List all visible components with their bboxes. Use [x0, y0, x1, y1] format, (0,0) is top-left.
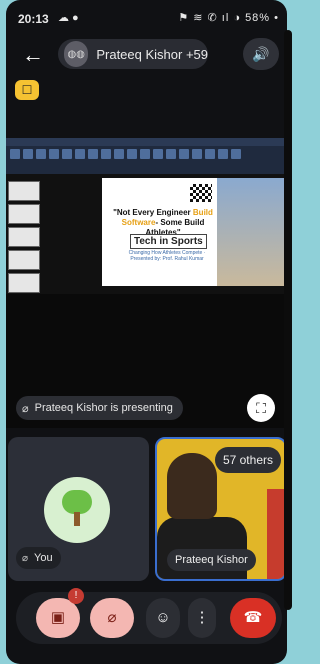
camera-alert-icon: ! — [68, 588, 84, 604]
checkered-flag-icon — [190, 184, 212, 202]
shared-app-ribbon — [6, 138, 287, 174]
notification-icons: ☁ ● — [58, 12, 79, 24]
device-edge — [284, 30, 292, 610]
current-slide: "Not Every Engineer Build Software- Some… — [102, 178, 287, 286]
back-arrow-icon[interactable]: ← — [18, 40, 48, 70]
meeting-title: Prateeq Kishor +59 — [96, 46, 208, 62]
participant-name: Prateeq Kishor — [167, 549, 256, 571]
mic-off-icon: ⌀ — [107, 609, 117, 626]
phone-frame: 20:13 ☁ ● ⚑ ≋ ✆ ıl ◑ 58% • ← ◍◍ Prateeq … — [6, 0, 287, 664]
raised-hand-icon[interactable]: ☐ — [15, 80, 39, 100]
slide-photo — [217, 178, 287, 286]
meeting-topbar: ← ◍◍ Prateeq Kishor +59 🔊 — [6, 36, 287, 76]
call-controls: ▣ ! ⌀ ☺ ⋮ ☎ — [6, 588, 287, 652]
avatar — [44, 477, 110, 543]
status-bar: 20:13 ☁ ● ⚑ ≋ ✆ ıl ◑ 58% • — [6, 0, 287, 34]
self-name-chip: ⌀ You — [16, 547, 61, 569]
camera-off-icon: ▣ — [50, 609, 66, 626]
meeting-participants-pill[interactable]: ◍◍ Prateeq Kishor +59 — [58, 39, 208, 69]
more-vert-icon: ⋮ — [194, 609, 210, 626]
mic-off-icon: ⌀ — [22, 402, 29, 415]
tree-avatar-icon — [60, 490, 94, 530]
end-call-button[interactable]: ☎ — [230, 598, 276, 638]
camera-off-button[interactable]: ▣ — [36, 598, 80, 638]
background-object — [267, 489, 285, 579]
participant-head — [167, 453, 217, 519]
participant-video-tile[interactable]: 57 others Prateeq Kishor — [155, 437, 287, 581]
controls-bar: ▣ ! ⌀ ☺ ⋮ ☎ — [16, 588, 282, 644]
others-count-button[interactable]: 57 others — [214, 447, 281, 473]
speaker-icon[interactable]: 🔊 — [243, 38, 279, 70]
fullscreen-icon[interactable]: ⛶ — [247, 394, 275, 422]
mic-off-button[interactable]: ⌀ — [90, 598, 134, 638]
slide-subtitle: Changing How Athletes Compete · Presente… — [128, 250, 206, 262]
self-name: You — [34, 552, 53, 564]
presenting-indicator: ⌀ Prateeq Kishor is presenting — [16, 396, 183, 420]
participant-avatars-icon: ◍◍ — [64, 41, 89, 67]
presentation-area: "Not Every Engineer Build Software- Some… — [6, 138, 287, 428]
slide-thumbnails — [8, 178, 42, 293]
shared-screen: "Not Every Engineer Build Software- Some… — [6, 138, 287, 294]
system-status-icons: ⚑ ≋ ✆ ıl ◑ 58% • — [178, 12, 279, 24]
reactions-button[interactable]: ☺ — [146, 598, 180, 638]
emoji-icon: ☺ — [155, 609, 171, 626]
slide-title: Tech in Sports — [130, 234, 207, 249]
presenting-label: Prateeq Kishor is presenting — [34, 402, 173, 414]
status-time: 20:13 — [18, 12, 49, 26]
mic-off-icon: ⌀ — [22, 552, 29, 564]
more-options-button[interactable]: ⋮ — [188, 598, 216, 638]
self-video-tile[interactable]: ⌀ You — [8, 437, 149, 581]
hang-up-icon: ☎ — [243, 609, 263, 626]
